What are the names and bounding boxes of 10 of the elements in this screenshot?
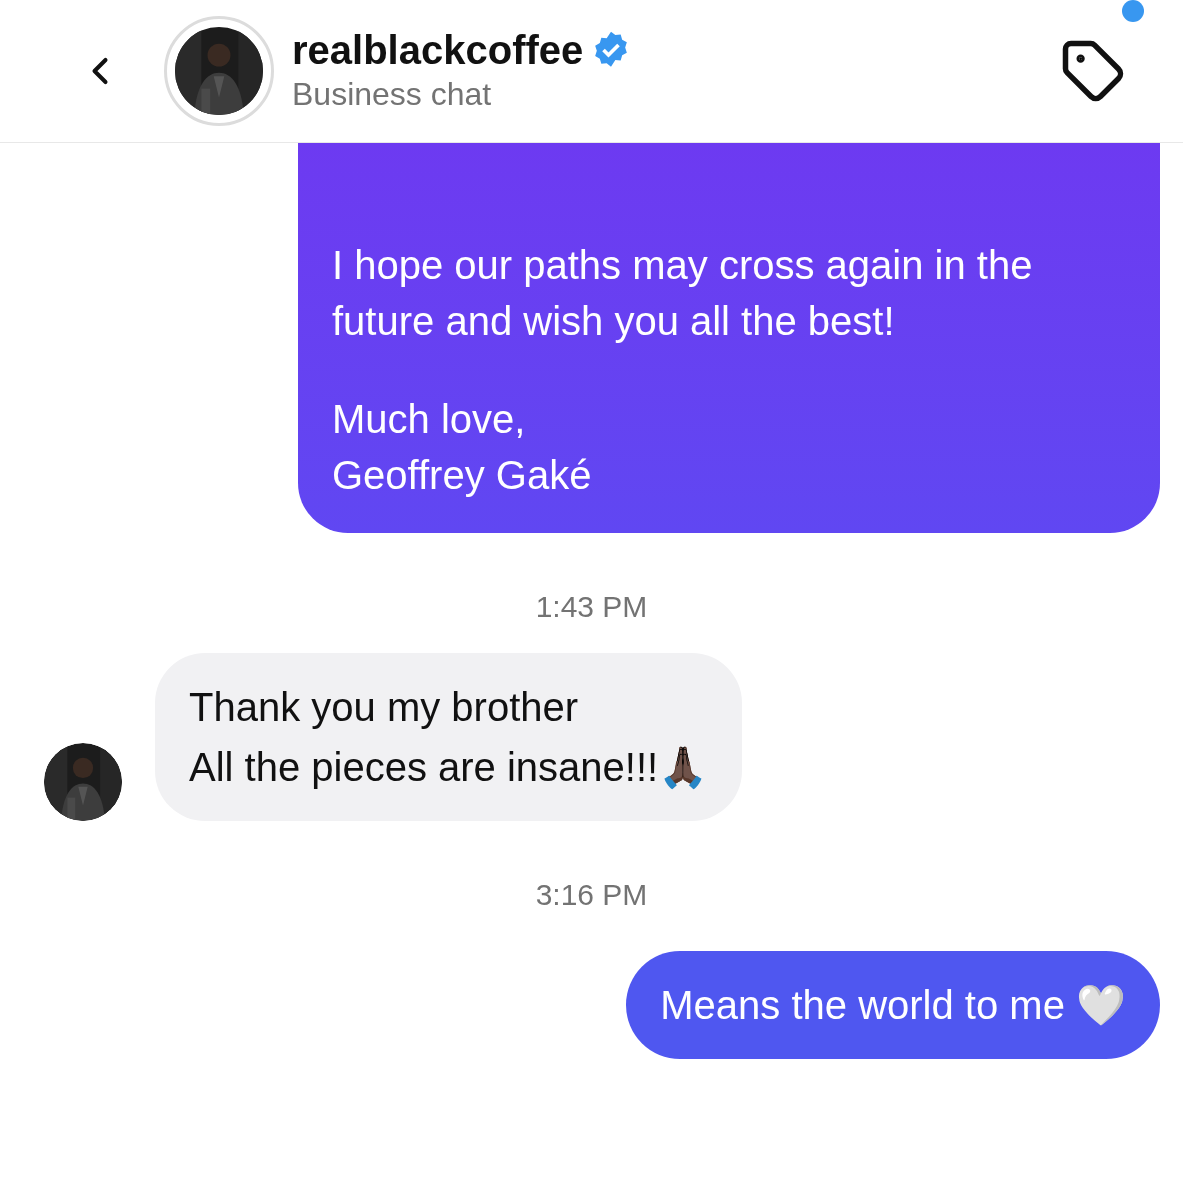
message-text: I hope our paths may cross again in the future and wish you all the best! — [332, 242, 1034, 345]
message-text: Much love, Geoffrey Gaké — [332, 396, 593, 499]
message-text: Thank you my brother All the pieces are insane!!!🙏🏿 — [189, 684, 709, 791]
message-timestamp: 1:43 PM — [535, 589, 648, 625]
avatar-ring[interactable] — [164, 16, 274, 126]
message-text: Means the world to me 🤍 — [660, 982, 1126, 1029]
message-timestamp: 3:16 PM — [535, 877, 648, 913]
tag-icon — [1060, 38, 1126, 104]
username[interactable]: realblackcoffee — [292, 26, 584, 74]
chat-subtitle: Business chat — [292, 75, 493, 114]
